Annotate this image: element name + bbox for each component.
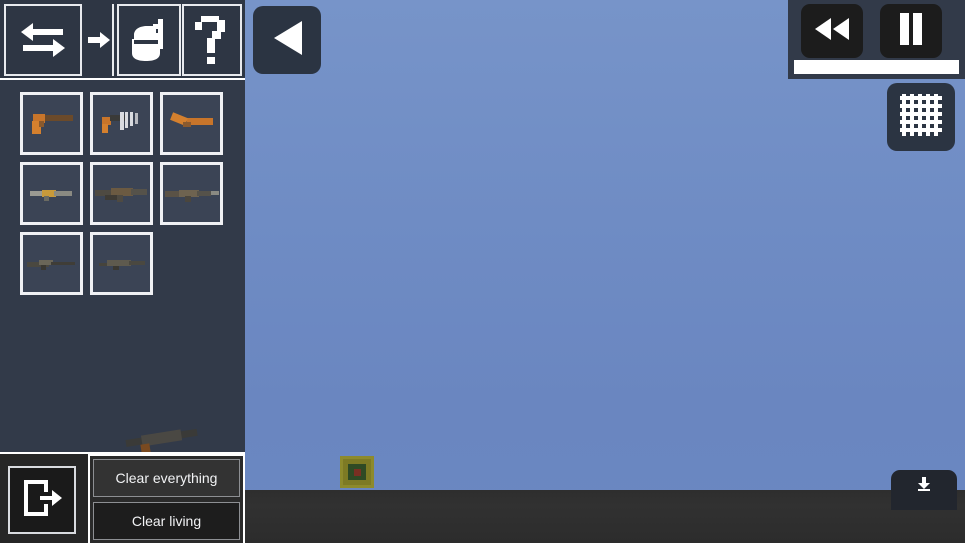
weapon-cell-submachine-gun[interactable]	[90, 92, 153, 155]
pistol-sprite	[29, 110, 75, 138]
arrow-right-icon	[88, 31, 110, 49]
sidebar-toolbar	[0, 0, 245, 80]
clear-living-button[interactable]: Clear living	[93, 502, 240, 540]
marksman-rifle-sprite	[97, 257, 147, 271]
rewind-icon	[813, 16, 851, 47]
pause-icon	[898, 12, 924, 50]
playback-hud	[788, 0, 965, 79]
pause-button[interactable]	[880, 4, 942, 58]
drop-item-button[interactable]	[891, 470, 957, 510]
carbine-rifle-sprite	[164, 186, 219, 202]
weapon-cell-sawed-off-shotgun[interactable]	[160, 92, 223, 155]
weapon-cell-marksman-rifle[interactable]	[90, 232, 153, 295]
assault-rifle-sprite	[94, 184, 149, 204]
game-screen: Clear everything Clear living	[0, 0, 965, 543]
back-button[interactable]	[253, 6, 321, 74]
weapon-cell-assault-rifle[interactable]	[90, 162, 153, 225]
help-tool-button[interactable]	[182, 4, 242, 76]
clear-everything-label: Clear everything	[115, 470, 218, 486]
question-mark-icon	[195, 16, 229, 64]
timeline-progress-fill	[794, 60, 959, 74]
grenade-tool-button[interactable]	[117, 4, 181, 76]
next-tool-button[interactable]	[86, 4, 114, 76]
weapon-cell-compact-rifle[interactable]	[20, 162, 83, 225]
swap-tool-button[interactable]	[4, 4, 82, 76]
rewind-button[interactable]	[801, 4, 863, 58]
weapon-grid	[20, 92, 230, 295]
grenade-icon	[128, 17, 170, 63]
sawed-off-shotgun-sprite	[169, 111, 215, 135]
sniper-rifle-sprite	[26, 257, 77, 271]
compact-rifle-sprite	[29, 187, 74, 201]
clear-actions-panel: Clear everything Clear living	[88, 454, 245, 543]
weapon-cell-sniper-rifle[interactable]	[20, 232, 83, 295]
weapon-cell-pistol[interactable]	[20, 92, 83, 155]
exit-button[interactable]	[8, 466, 76, 534]
weapon-list-scroll[interactable]	[0, 82, 245, 452]
triangle-left-icon	[270, 19, 304, 62]
weapon-cell-carbine-rifle[interactable]	[160, 162, 223, 225]
grid-toggle-button[interactable]	[887, 83, 955, 151]
clear-everything-button[interactable]: Clear everything	[93, 459, 240, 497]
submachine-gun-sprite	[98, 109, 146, 139]
clear-living-label: Clear living	[131, 513, 202, 529]
sidebar-bottom-bar: Clear everything Clear living	[0, 452, 245, 543]
crate-marker	[354, 469, 361, 476]
crate-inner-panel	[348, 464, 366, 480]
grid-icon	[900, 93, 942, 141]
ammo-crate[interactable]	[340, 456, 374, 488]
weapon-sidebar: Clear everything Clear living	[0, 0, 245, 543]
exit-door-icon	[20, 476, 64, 525]
swap-arrows-icon	[19, 20, 67, 60]
download-icon	[918, 477, 930, 491]
timeline-scrubber[interactable]	[794, 60, 959, 74]
